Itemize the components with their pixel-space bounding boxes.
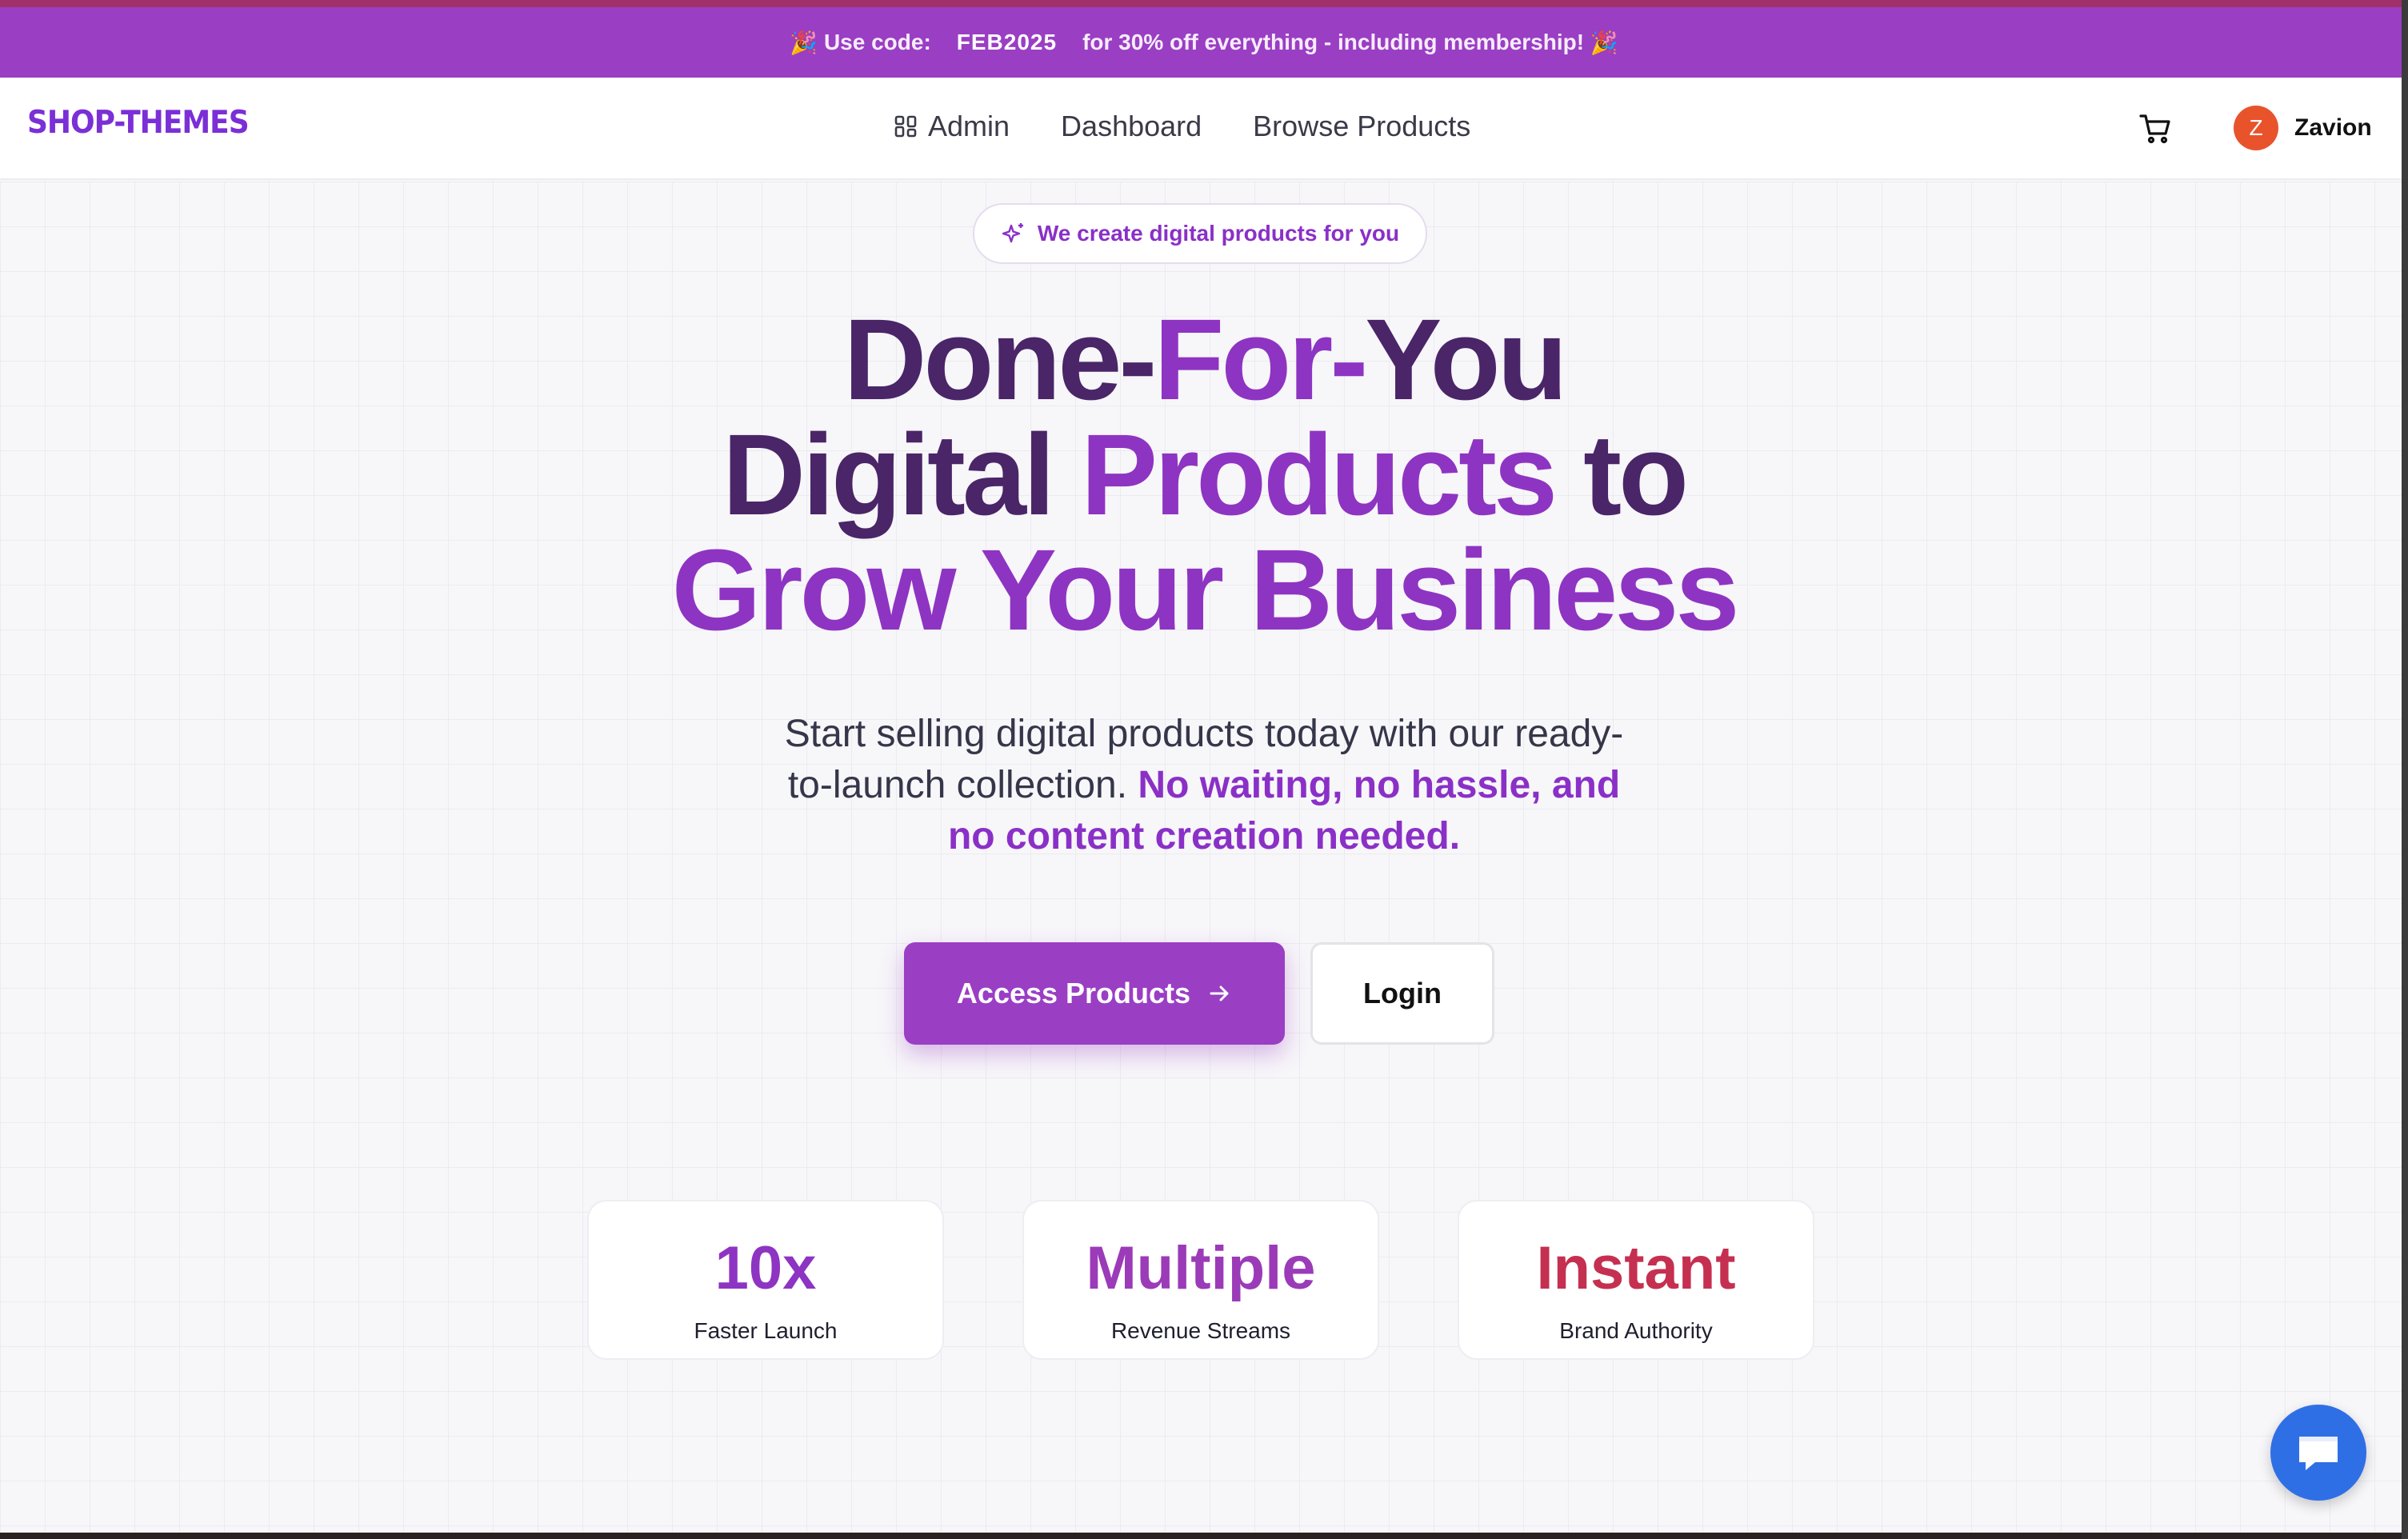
access-products-button[interactable]: Access Products	[904, 942, 1285, 1045]
headline-word: Done-	[843, 295, 1157, 424]
chat-bubble-icon	[2299, 1437, 2338, 1470]
tagline-text: We create digital products for you	[1037, 221, 1400, 246]
headline-line-3: Grow Your Business	[0, 533, 2408, 648]
nav-admin[interactable]: Admin	[894, 110, 1010, 143]
right-edge	[2402, 0, 2408, 1539]
logo[interactable]: SHOP-THEMES	[27, 105, 250, 140]
avatar[interactable]: Z	[2234, 106, 2278, 150]
bottom-edge	[0, 1533, 2408, 1539]
chat-widget-button[interactable]	[2270, 1405, 2366, 1501]
nav-dashboard[interactable]: Dashboard	[1061, 110, 1202, 143]
hero-headline: Done-For-You Digital Products to Grow Yo…	[0, 302, 2408, 648]
stat-label: Revenue Streams	[1110, 1318, 1291, 1343]
grid-icon	[894, 115, 917, 138]
headline-line-1: Done-For-You	[0, 302, 2408, 418]
stat-label: Brand Authority	[1559, 1318, 1713, 1343]
user-name[interactable]: Zavion	[2294, 114, 2372, 142]
stat-card-revenue-streams: Multiple Revenue Streams	[1022, 1200, 1379, 1360]
headline-word: You	[1365, 295, 1567, 424]
login-button[interactable]: Login	[1310, 942, 1494, 1045]
sparkle-icon	[1002, 223, 1023, 243]
hero-subtitle: Start selling digital products today wit…	[768, 709, 1640, 862]
nav-dashboard-label: Dashboard	[1061, 110, 1202, 142]
stat-value: Multiple	[1086, 1234, 1316, 1302]
nav-browse-label: Browse Products	[1253, 110, 1471, 142]
promo-banner: 🎉 Use code: FEB2025 for 30% off everythi…	[0, 7, 2408, 78]
tagline-badge: We create digital products for you	[973, 203, 1427, 264]
promo-prefix: Use code:	[823, 30, 931, 54]
headline-word: Products	[1081, 410, 1584, 539]
headline-word: Digital	[722, 410, 1081, 539]
top-border	[0, 0, 2408, 7]
stat-card-brand-authority: Instant Brand Authority	[1458, 1200, 1814, 1360]
stat-value: Instant	[1536, 1234, 1736, 1302]
party-emoji-left: 🎉	[790, 30, 818, 55]
headline-word: For-	[1154, 295, 1368, 424]
login-label: Login	[1363, 977, 1442, 1009]
access-products-label: Access Products	[956, 977, 1191, 1009]
headline-word: Grow Your Business	[671, 526, 1739, 654]
cart-icon[interactable]	[2138, 111, 2173, 146]
nav-links: Admin Dashboard Browse Products	[894, 110, 1470, 143]
promo-code: FEB2025	[956, 30, 1058, 54]
headline-word: to	[1583, 410, 1689, 539]
headline-line-2: Digital Products to	[0, 418, 2408, 533]
top-nav: SHOP-THEMES Admin Dashboard Browse Produ…	[0, 78, 2408, 180]
stat-card-faster-launch: 10x Faster Launch	[587, 1200, 944, 1360]
stat-label: Faster Launch	[694, 1318, 838, 1343]
party-emoji-right: 🎉	[1590, 30, 1618, 55]
promo-suffix: for 30% off everything - including membe…	[1082, 30, 1585, 54]
nav-browse-products[interactable]: Browse Products	[1253, 110, 1470, 143]
stat-value: 10x	[714, 1234, 817, 1302]
arrow-right-icon	[1210, 985, 1229, 1001]
nav-admin-label: Admin	[928, 110, 1010, 142]
